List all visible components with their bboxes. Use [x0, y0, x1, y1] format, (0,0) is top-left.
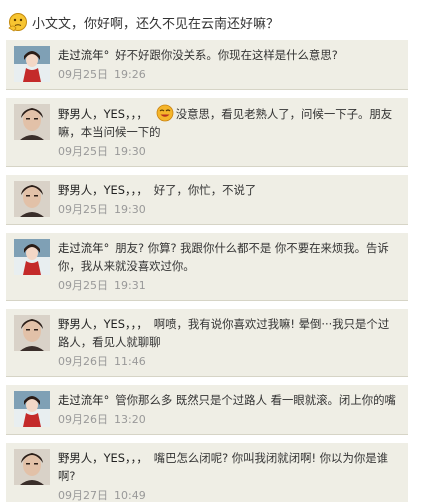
message-meta: 09月26日 11:46: [54, 354, 400, 370]
message-item: 走过流年° 好不好跟你没关系。你现在这样是什么意思? 09月25日 19:26: [6, 40, 408, 90]
message-text: 管你那么多 既然只是个过路人 看一眼就滚。闭上你的嘴: [115, 393, 396, 407]
message-meta: 09月25日 19:31: [54, 278, 400, 294]
message-date: 09月25日: [58, 279, 108, 292]
message-date: 09月26日: [58, 413, 108, 426]
message-meta: 09月25日 19:26: [54, 67, 400, 83]
author-link[interactable]: 野男人，YES，，，: [58, 183, 148, 197]
message-body: 野男人，YES，，， 啊喷，我有说你喜欢过我嘛! 晕倒···我只是个过路人，看见人…: [54, 315, 400, 351]
author-link[interactable]: 野男人，YES，，，: [58, 451, 148, 465]
message-item: 走过流年° 管你那么多 既然只是个过路人 看一眼就滚。闭上你的嘴 09月26日 13…: [6, 385, 408, 435]
author-link[interactable]: 走过流年°: [58, 241, 109, 255]
message-body: 野男人，YES，，， 嘴巴怎么闭呢? 你叫我闭就闭啊! 你以为你是谁啊?: [54, 449, 400, 485]
thinking-emoji-icon: [8, 12, 28, 32]
avatar[interactable]: [14, 104, 50, 140]
message-time: 10:49: [114, 489, 146, 502]
message-meta: 09月25日 19:30: [54, 202, 400, 218]
message-body: 走过流年° 好不好跟你没关系。你现在这样是什么意思?: [54, 46, 400, 64]
author-link[interactable]: 野男人，YES，，，: [58, 107, 148, 121]
avatar[interactable]: [14, 449, 50, 485]
message-date: 09月26日: [58, 355, 108, 368]
avatar[interactable]: [14, 315, 50, 351]
message-date: 09月25日: [58, 145, 108, 158]
message-item: 野男人，YES，，， 好了，你忙，不说了 09月25日 19:30: [6, 175, 408, 225]
message-time: 19:26: [114, 68, 146, 81]
message-body: 野男人，YES，，， 没意思，看见老熟人了，问候一下子。朋友嘛，本当问候一下的: [54, 104, 400, 141]
message-item: 野男人，YES，，， 没意思，看见老熟人了，问候一下子。朋友嘛，本当问候一下的 0…: [6, 98, 408, 167]
author-link[interactable]: 野男人，YES，，，: [58, 317, 148, 331]
message-time: 19:31: [114, 279, 146, 292]
avatar[interactable]: [14, 46, 50, 82]
message-time: 19:30: [114, 145, 146, 158]
message-body: 走过流年° 管你那么多 既然只是个过路人 看一眼就滚。闭上你的嘴: [54, 391, 400, 409]
page: 小文文，你好啊，还久不见在云南还好嘛？ 走过流年° 好不好跟你没关系。你现在这样是…: [0, 0, 446, 502]
thread-header: 小文文，你好啊，还久不见在云南还好嘛？: [8, 10, 279, 34]
avatar[interactable]: [14, 181, 50, 217]
message-thread: 走过流年° 好不好跟你没关系。你现在这样是什么意思? 09月25日 19:26 野男…: [6, 40, 408, 502]
message-date: 09月27日: [58, 489, 108, 502]
message-body: 野男人，YES，，， 好了，你忙，不说了: [54, 181, 400, 199]
avatar[interactable]: [14, 239, 50, 275]
message-time: 11:46: [114, 355, 146, 368]
message-date: 09月25日: [58, 68, 108, 81]
message-item: 野男人，YES，，， 啊喷，我有说你喜欢过我嘛! 晕倒···我只是个过路人，看见人…: [6, 309, 408, 377]
header-text: 小文文，你好啊，还久不见在云南还好嘛？: [32, 16, 280, 32]
message-date: 09月25日: [58, 203, 108, 216]
author-link[interactable]: 走过流年°: [58, 48, 109, 62]
message-meta: 09月25日 19:30: [54, 144, 400, 160]
laughing-emoji-icon: [156, 104, 174, 122]
message-meta: 09月27日 10:49: [54, 488, 400, 502]
message-item: 走过流年° 朋友? 你算? 我跟你什么都不是 你不要在来烦我。告诉你，我从来就没喜…: [6, 233, 408, 301]
message-time: 13:20: [114, 413, 146, 426]
message-text: 好不好跟你没关系。你现在这样是什么意思?: [115, 48, 338, 62]
avatar[interactable]: [14, 391, 50, 427]
message-body: 走过流年° 朋友? 你算? 我跟你什么都不是 你不要在来烦我。告诉你，我从来就没喜…: [54, 239, 400, 275]
author-link[interactable]: 走过流年°: [58, 393, 109, 407]
message-item: 野男人，YES，，， 嘴巴怎么闭呢? 你叫我闭就闭啊! 你以为你是谁啊? 09月2…: [6, 443, 408, 502]
message-text: 好了，你忙，不说了: [153, 183, 257, 197]
message-meta: 09月26日 13:20: [54, 412, 400, 428]
message-time: 19:30: [114, 203, 146, 216]
